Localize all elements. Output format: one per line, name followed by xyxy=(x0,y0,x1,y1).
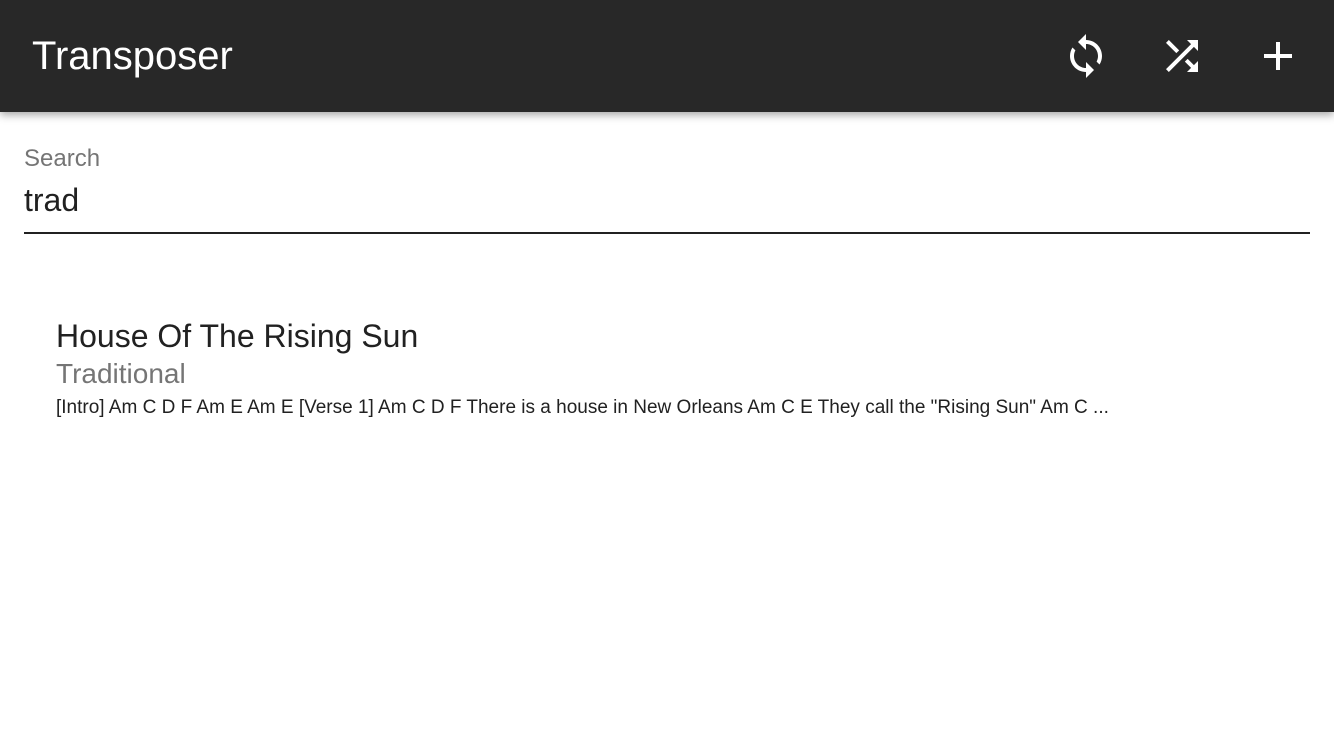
sync-button[interactable] xyxy=(1054,24,1118,88)
add-song-button[interactable] xyxy=(1246,24,1310,88)
song-title: House Of The Rising Sun xyxy=(56,318,419,354)
search-underline xyxy=(24,232,1310,234)
search-label: Search xyxy=(24,145,101,172)
sync-icon xyxy=(1062,32,1110,80)
app-toolbar: Transposer xyxy=(0,0,1334,112)
song-preview: [Intro] Am C D F Am E Am E [Verse 1] Am … xyxy=(56,397,1109,418)
app-root: Transposer Search trad House Of The Risi… xyxy=(0,0,1334,750)
song-artist: Traditional xyxy=(56,358,186,389)
shuffle-icon xyxy=(1158,32,1206,80)
search-input[interactable] xyxy=(24,176,1310,224)
add-icon xyxy=(1254,32,1302,80)
app-title: Transposer xyxy=(32,34,233,78)
song-list-item[interactable]: House Of The Rising Sun Traditional [Int… xyxy=(0,300,1334,440)
search-field: Search xyxy=(24,140,1310,234)
song-list: House Of The Rising Sun Traditional [Int… xyxy=(0,300,1334,440)
shuffle-button[interactable] xyxy=(1150,24,1214,88)
